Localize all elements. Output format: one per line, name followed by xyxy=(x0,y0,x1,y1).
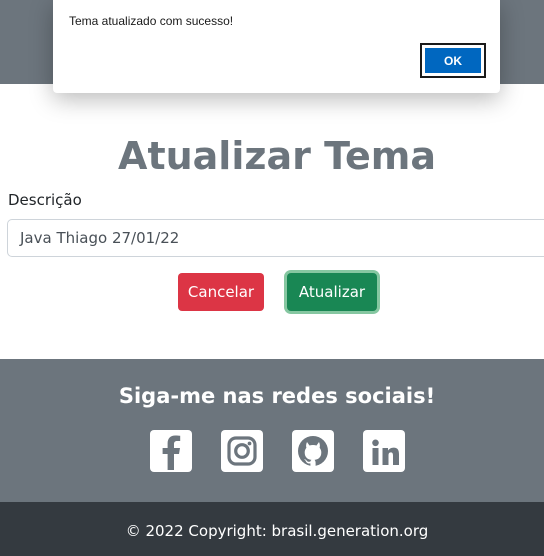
social-section: Siga-me nas redes sociais! xyxy=(0,359,544,502)
page-title: Atualizar Tema xyxy=(118,134,436,178)
description-input[interactable]: Java Thiago 27/01/22 xyxy=(7,219,544,257)
description-value: Java Thiago 27/01/22 xyxy=(20,229,180,247)
alert-message: Tema atualizado com sucesso! xyxy=(69,14,234,28)
description-label: Descrição xyxy=(8,191,82,209)
alert-dialog: Tema atualizado com sucesso! OK xyxy=(53,0,500,93)
update-button[interactable]: Atualizar xyxy=(287,273,377,311)
facebook-icon[interactable] xyxy=(150,430,192,472)
copyright-text: © 2022 Copyright: brasil.generation.org xyxy=(125,522,429,540)
copyright-bar: © 2022 Copyright: brasil.generation.org xyxy=(0,502,544,556)
instagram-icon[interactable] xyxy=(221,430,263,472)
ok-button[interactable]: OK xyxy=(420,43,486,78)
linkedin-icon[interactable] xyxy=(363,430,405,472)
social-title: Siga-me nas redes sociais! xyxy=(118,384,436,408)
cancel-button[interactable]: Cancelar xyxy=(178,273,264,311)
github-icon[interactable] xyxy=(292,430,334,472)
